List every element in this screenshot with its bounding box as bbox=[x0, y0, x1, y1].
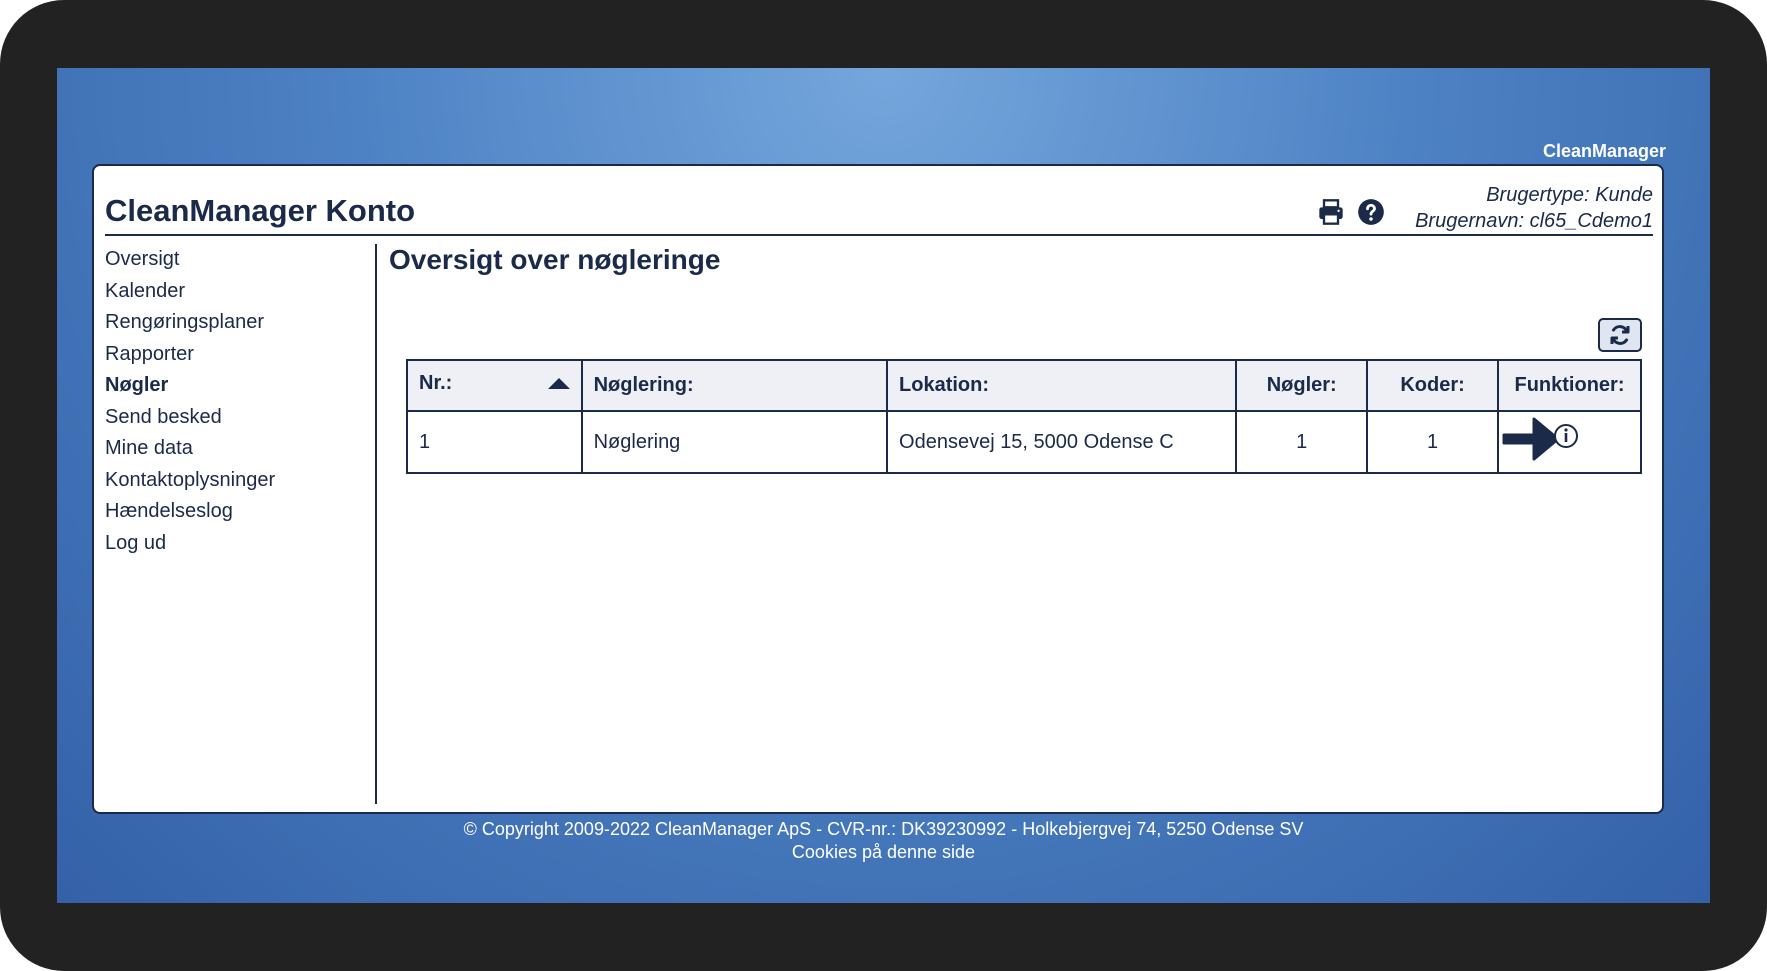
table-header-row: Nr.: Nøglering: Lokation: Nøgler: Koder:… bbox=[406, 359, 1642, 412]
page-title: CleanManager Konto bbox=[105, 193, 416, 228]
column-header-nogler[interactable]: Nøgler: bbox=[1235, 359, 1369, 412]
sidebar: Oversigt Kalender Rengøringsplaner Rappo… bbox=[105, 244, 377, 804]
device-frame: CleanManager CleanManager Konto Brugerty… bbox=[0, 0, 1767, 971]
refresh-icon bbox=[1610, 325, 1630, 345]
sidebar-item-send-besked[interactable]: Send besked bbox=[105, 402, 375, 434]
column-header-lokation[interactable]: Lokation: bbox=[886, 359, 1238, 412]
main-content: Oversigt over nøgleringe Nr.: Nøglering:… bbox=[389, 244, 1642, 800]
header-nr-label: Nr.: bbox=[419, 372, 453, 394]
cell-noglering: Nøglering bbox=[580, 410, 889, 474]
brand-label: CleanManager bbox=[1542, 141, 1666, 161]
functions-graphic bbox=[1502, 417, 1578, 461]
cell-nogler: 1 bbox=[1235, 410, 1369, 474]
user-info: Brugertype: Kunde Brugernavn: cl65_Cdemo… bbox=[1415, 182, 1653, 234]
header-icons bbox=[1317, 198, 1385, 226]
column-header-noglering[interactable]: Nøglering: bbox=[580, 359, 889, 412]
browser-screen: CleanManager CleanManager Konto Brugerty… bbox=[57, 68, 1710, 903]
sidebar-item-kalender[interactable]: Kalender bbox=[105, 276, 375, 308]
sidebar-item-log-ud[interactable]: Log ud bbox=[105, 528, 375, 560]
sidebar-item-oversigt[interactable]: Oversigt bbox=[105, 244, 375, 276]
info-icon[interactable] bbox=[1554, 424, 1578, 448]
sidebar-item-haendelseslog[interactable]: Hændelseslog bbox=[105, 496, 375, 528]
sidebar-item-rengoringsplaner[interactable]: Rengøringsplaner bbox=[105, 307, 375, 339]
user-name: Brugernavn: cl65_Cdemo1 bbox=[1415, 210, 1653, 232]
keyrings-table: Nr.: Nøglering: Lokation: Nøgler: Koder:… bbox=[406, 359, 1642, 474]
content-title: Oversigt over nøgleringe bbox=[389, 244, 721, 275]
footer: © Copyright 2009-2022 CleanManager ApS -… bbox=[57, 818, 1710, 864]
arrow-right-icon bbox=[1502, 417, 1560, 461]
panel-header: CleanManager Konto Brugertype: Kunde Bru… bbox=[105, 176, 1653, 236]
help-icon[interactable] bbox=[1357, 198, 1385, 226]
cell-lokation: Odensevej 15, 5000 Odense C bbox=[886, 410, 1238, 474]
column-header-funktioner: Funktioner: bbox=[1497, 359, 1642, 412]
sidebar-item-kontaktoplysninger[interactable]: Kontaktoplysninger bbox=[105, 465, 375, 497]
table-row[interactable]: 1 Nøglering Odensevej 15, 5000 Odense C … bbox=[406, 410, 1642, 474]
sidebar-item-rapporter[interactable]: Rapporter bbox=[105, 339, 375, 371]
cell-koder: 1 bbox=[1366, 410, 1499, 474]
sidebar-item-nogler[interactable]: Nøgler bbox=[105, 370, 375, 402]
printer-icon[interactable] bbox=[1317, 198, 1345, 226]
cookies-link[interactable]: Cookies på denne side bbox=[57, 841, 1710, 864]
user-type: Brugertype: Kunde bbox=[1486, 184, 1653, 206]
account-panel: CleanManager Konto Brugertype: Kunde Bru… bbox=[92, 164, 1664, 814]
column-header-koder[interactable]: Koder: bbox=[1366, 359, 1499, 412]
column-header-nr[interactable]: Nr.: bbox=[406, 359, 583, 412]
cell-nr: 1 bbox=[406, 410, 583, 474]
cell-funktioner bbox=[1497, 410, 1642, 474]
refresh-button[interactable] bbox=[1598, 318, 1642, 352]
copyright-text: © Copyright 2009-2022 CleanManager ApS -… bbox=[463, 819, 1304, 839]
sort-ascending-icon[interactable] bbox=[547, 378, 570, 389]
sidebar-item-mine-data[interactable]: Mine data bbox=[105, 433, 375, 465]
